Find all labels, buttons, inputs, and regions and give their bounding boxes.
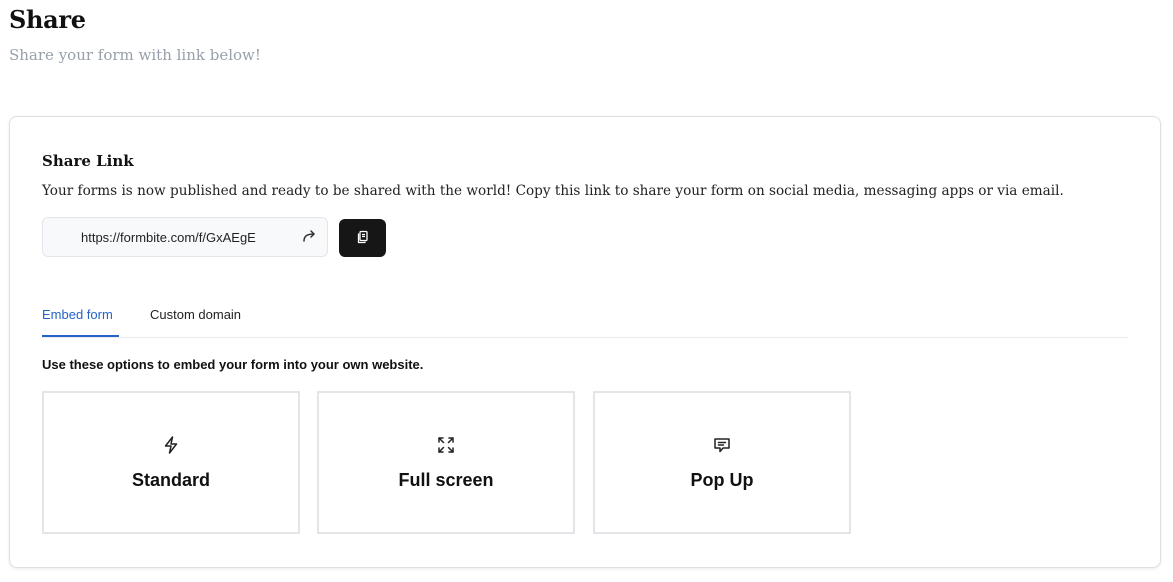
embed-option-label: Pop Up bbox=[690, 470, 754, 490]
tab-custom-domain[interactable]: Custom domain bbox=[150, 307, 241, 322]
embed-tabs: Embed form Custom domain bbox=[42, 292, 1128, 338]
chat-bubble-icon bbox=[712, 435, 732, 455]
share-link-description: Your forms is now published and ready to… bbox=[42, 183, 1064, 199]
tab-embed-form[interactable]: Embed form bbox=[42, 307, 113, 322]
embed-option-full-screen[interactable]: Full screen bbox=[317, 391, 575, 534]
embed-option-pop-up[interactable]: Pop Up bbox=[593, 391, 851, 534]
copy-link-button[interactable] bbox=[339, 219, 386, 257]
share-link-field[interactable]: https://formbite.com/f/GxAEgE bbox=[42, 217, 328, 257]
page-subtitle: Share your form with link below! bbox=[9, 46, 261, 64]
page-title: Share bbox=[9, 5, 86, 34]
share-link-title: Share Link bbox=[42, 152, 134, 170]
active-tab-indicator bbox=[42, 335, 119, 337]
embed-option-label: Standard bbox=[131, 470, 210, 490]
embed-option-label: Full screen bbox=[398, 470, 494, 490]
share-link-url[interactable]: https://formbite.com/f/GxAEgE bbox=[81, 230, 256, 245]
embed-description: Use these options to embed your form int… bbox=[42, 357, 424, 372]
embed-option-standard[interactable]: Standard bbox=[42, 391, 300, 534]
share-card: Share Link Your forms is now published a… bbox=[9, 116, 1161, 568]
copy-icon bbox=[356, 230, 370, 247]
expand-icon bbox=[436, 435, 456, 455]
lightning-icon bbox=[161, 435, 181, 455]
external-link-icon[interactable] bbox=[301, 229, 317, 245]
